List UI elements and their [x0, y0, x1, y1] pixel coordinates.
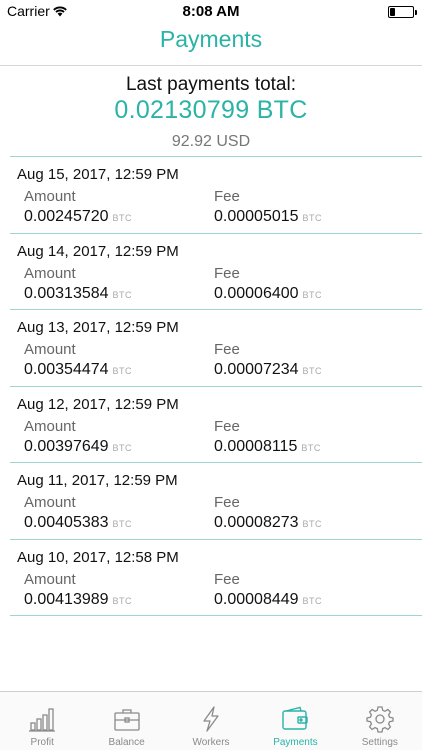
- amount-value: 0.00354474: [24, 361, 109, 378]
- amount-unit: BTC: [112, 289, 133, 300]
- usd-total: 92.92 USD: [171, 133, 251, 150]
- payment-date: Aug 10, 2017, 12:58 PM: [17, 548, 179, 566]
- amount-unit: BTC: [112, 213, 133, 223]
- amount-column: Amount 0.00354474 BTC: [24, 341, 132, 379]
- briefcase-icon: [113, 709, 140, 731]
- bar-chart-icon: [29, 708, 56, 732]
- fee-value: 0.00006400: [214, 284, 299, 302]
- status-time: 8:08 AM: [182, 3, 240, 20]
- fee-value: 0.00005015: [214, 208, 299, 225]
- fee-value-line: 0.00007234 BTC: [214, 361, 322, 379]
- amount-value-line: 0.00313584 BTC: [24, 285, 132, 303]
- fee-value-line: 0.00005015 BTC: [214, 208, 322, 226]
- amount-value-line: 0.00397649 BTC: [24, 438, 132, 456]
- fee-label: Fee: [214, 570, 240, 588]
- amount-column: Amount 0.00245720 BTC: [24, 188, 132, 226]
- amount-value: 0.00313584: [24, 284, 109, 302]
- fee-value: 0.00008273: [214, 514, 299, 531]
- fee-unit: BTC: [302, 366, 323, 376]
- amount-label: Amount: [24, 264, 76, 282]
- tab-balance[interactable]: Balance: [84, 692, 168, 750]
- fee-value-line: 0.00006400 BTC: [214, 285, 322, 303]
- payment-date: Aug 14, 2017, 12:59 PM: [17, 242, 179, 260]
- fee-column: Fee 0.00008449 BTC: [214, 571, 322, 609]
- amount-label: Amount: [24, 341, 76, 358]
- payment-row: Aug 15, 2017, 12:59 PM Amount 0.00245720…: [0, 157, 422, 234]
- tab-profit[interactable]: Profit: [0, 692, 84, 750]
- fee-value: 0.00007234: [214, 361, 299, 378]
- lightning-icon: [203, 706, 219, 732]
- payment-date: Aug 13, 2017, 12:59 PM: [17, 319, 179, 336]
- fee-label: Fee: [214, 494, 240, 511]
- amount-column: Amount 0.00413989 BTC: [24, 571, 132, 609]
- fee-column: Fee 0.00005015 BTC: [214, 188, 322, 226]
- btc-total: 0.02130799 BTC: [114, 96, 308, 124]
- fee-unit: BTC: [302, 595, 323, 606]
- tab-label: Profit: [30, 737, 54, 748]
- payment-row: Aug 14, 2017, 12:59 PM Amount 0.00313584…: [0, 234, 422, 310]
- nav-divider: [0, 65, 422, 66]
- amount-unit: BTC: [112, 595, 133, 606]
- payment-row: Aug 10, 2017, 12:58 PM Amount 0.00413989…: [0, 540, 422, 616]
- row-divider: [10, 615, 422, 616]
- fee-unit: BTC: [302, 213, 323, 223]
- amount-value: 0.00397649: [24, 437, 109, 455]
- fee-value: 0.00008449: [214, 590, 299, 608]
- fee-unit: BTC: [302, 289, 323, 300]
- fee-label: Fee: [214, 264, 240, 282]
- status-bar: Carrier 8:08 AM: [0, 0, 422, 22]
- payment-list: Aug 15, 2017, 12:59 PM Amount 0.00245720…: [0, 157, 422, 616]
- fee-column: Fee 0.00006400 BTC: [214, 265, 322, 303]
- amount-label: Amount: [24, 494, 76, 511]
- fee-unit: BTC: [302, 519, 323, 529]
- amount-label: Amount: [24, 570, 76, 588]
- page-title: Payments: [159, 26, 263, 52]
- amount-column: Amount 0.00397649 BTC: [24, 418, 132, 456]
- wallet-icon: [282, 706, 309, 730]
- amount-value-line: 0.00413989 BTC: [24, 591, 132, 609]
- tab-settings[interactable]: Settings: [338, 692, 422, 750]
- fee-value-line: 0.00008449 BTC: [214, 591, 322, 609]
- fee-column: Fee 0.00008115 BTC: [214, 418, 321, 456]
- amount-value: 0.00245720: [24, 208, 109, 225]
- fee-value-line: 0.00008115 BTC: [214, 438, 321, 456]
- amount-unit: BTC: [112, 366, 133, 376]
- payment-date: Aug 12, 2017, 12:59 PM: [17, 395, 179, 413]
- tab-bar: Profit Balance Workers Payments Settings: [0, 691, 422, 750]
- tab-label: Workers: [192, 737, 230, 748]
- amount-label: Amount: [24, 417, 76, 435]
- amount-value: 0.00413989: [24, 590, 109, 608]
- summary-label: Last payments total:: [125, 74, 297, 95]
- payment-row: Aug 11, 2017, 12:59 PM Amount 0.00405383…: [0, 463, 422, 540]
- fee-value-line: 0.00008273 BTC: [214, 514, 322, 532]
- payment-row: Aug 13, 2017, 12:59 PM Amount 0.00354474…: [0, 310, 422, 387]
- amount-column: Amount 0.00313584 BTC: [24, 265, 132, 303]
- amount-value-line: 0.00405383 BTC: [24, 514, 132, 532]
- amount-value-line: 0.00245720 BTC: [24, 208, 132, 226]
- fee-column: Fee 0.00007234 BTC: [214, 341, 322, 379]
- tab-workers[interactable]: Workers: [169, 692, 253, 750]
- payment-date: Aug 11, 2017, 12:59 PM: [17, 472, 178, 489]
- fee-label: Fee: [214, 417, 240, 435]
- amount-value-line: 0.00354474 BTC: [24, 361, 132, 379]
- fee-label: Fee: [214, 188, 240, 205]
- fee-value: 0.00008115: [214, 437, 298, 455]
- payment-date: Aug 15, 2017, 12:59 PM: [17, 166, 179, 183]
- battery-icon: [388, 6, 417, 18]
- amount-value: 0.00405383: [24, 514, 109, 531]
- amount-unit: BTC: [112, 519, 133, 529]
- tab-label: Balance: [108, 737, 145, 748]
- gear-icon: [366, 706, 394, 733]
- tab-label: Payments: [273, 737, 318, 748]
- tab-label: Settings: [361, 737, 398, 748]
- tab-payments[interactable]: Payments: [253, 692, 337, 750]
- fee-unit: BTC: [301, 442, 321, 453]
- amount-label: Amount: [24, 188, 76, 205]
- fee-label: Fee: [214, 341, 240, 358]
- amount-unit: BTC: [112, 442, 133, 453]
- fee-column: Fee 0.00008273 BTC: [214, 494, 322, 532]
- payment-row: Aug 12, 2017, 12:59 PM Amount 0.00397649…: [0, 387, 422, 463]
- amount-column: Amount 0.00405383 BTC: [24, 494, 132, 532]
